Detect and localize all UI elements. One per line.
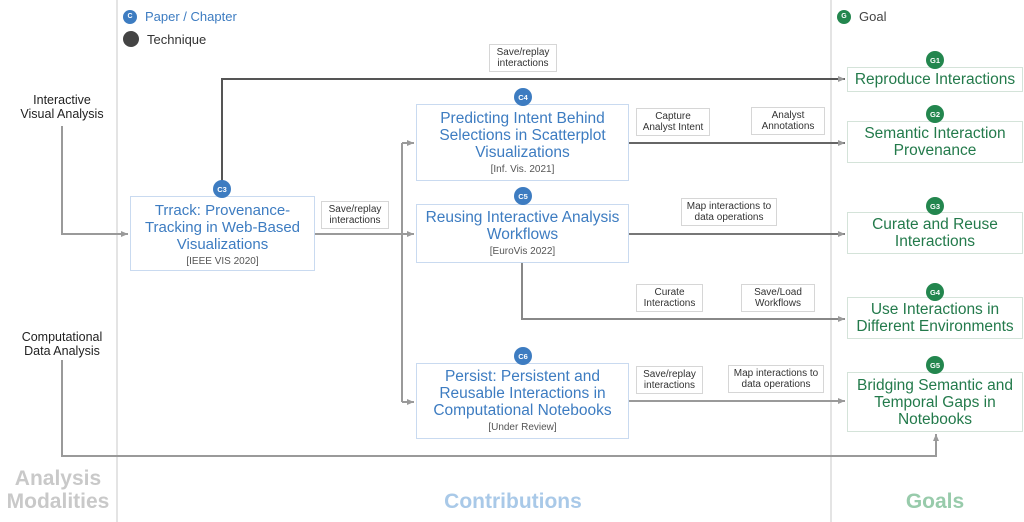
section-title-contributions: Contributions bbox=[444, 490, 582, 513]
technique-c3-g1-save-replay: Save/replay interactions bbox=[489, 44, 557, 72]
legend-paper: C Paper / Chapter bbox=[123, 9, 237, 24]
legend-technique-label: Technique bbox=[147, 31, 207, 47]
technique-c6-save-replay: Save/replay interactions bbox=[636, 366, 703, 394]
contribution-title: Persist: Persistent and Reusable Interac… bbox=[433, 368, 612, 419]
contribution-c5: Reusing Interactive Analysis Workflows [… bbox=[416, 204, 629, 263]
paper-badge-icon: C bbox=[123, 9, 137, 24]
technique-analyst-annotations: Analyst Annotations bbox=[751, 107, 825, 135]
contribution-venue: [EuroVis 2022] bbox=[489, 246, 556, 257]
goal-badge-icon: G bbox=[837, 9, 851, 24]
section-title-modalities: Analysis Modalities bbox=[6, 467, 110, 513]
contribution-title: Reusing Interactive Analysis Workflows bbox=[425, 209, 620, 243]
technique-save-load: Save/Load Workflows bbox=[741, 284, 815, 312]
badge-g1: G1 bbox=[926, 51, 944, 69]
contribution-title: Predicting Intent Behind Selections in S… bbox=[439, 110, 606, 161]
contribution-c4: Predicting Intent Behind Selections in S… bbox=[416, 104, 629, 181]
legend-goal-label: Goal bbox=[859, 9, 887, 24]
contribution-c6: Persist: Persistent and Reusable Interac… bbox=[416, 363, 629, 439]
goal-g5: Bridging Semantic and Temporal Gaps in N… bbox=[847, 372, 1023, 432]
technique-c6-map-ops: Map interactions to data operations bbox=[728, 365, 824, 393]
badge-g4: G4 bbox=[926, 283, 944, 301]
technique-dot-icon bbox=[123, 31, 139, 47]
badge-c4: C4 bbox=[514, 88, 532, 106]
modality-interactive: Interactive Visual Analysis bbox=[20, 93, 104, 121]
contribution-venue: [Under Review] bbox=[488, 422, 557, 433]
goal-g2: Semantic Interaction Provenance bbox=[847, 121, 1023, 163]
badge-c3: C3 bbox=[213, 180, 231, 198]
edge-interactive-to-c3 bbox=[61, 126, 128, 237]
legend-goal: G Goal bbox=[837, 9, 886, 24]
badge-g2: G2 bbox=[926, 105, 944, 123]
technique-c5-map-ops: Map interactions to data operations bbox=[681, 198, 777, 226]
contribution-venue: [Inf. Vis. 2021] bbox=[490, 164, 555, 175]
contribution-venue: [IEEE VIS 2020] bbox=[186, 256, 259, 267]
technique-c3-save-replay: Save/replay interactions bbox=[321, 201, 389, 229]
contribution-c3: Trrack: Provenance-Tracking in Web-Based… bbox=[130, 196, 315, 271]
goal-g1: Reproduce Interactions bbox=[847, 67, 1023, 92]
legend-paper-label: Paper / Chapter bbox=[145, 9, 237, 24]
badge-c5: C5 bbox=[514, 187, 532, 205]
goal-g3: Curate and Reuse Interactions bbox=[847, 212, 1023, 254]
contribution-title: Trrack: Provenance-Tracking in Web-Based… bbox=[144, 202, 301, 253]
modality-computational: Computational Data Analysis bbox=[21, 330, 103, 358]
badge-g3: G3 bbox=[926, 197, 944, 215]
goal-g4: Use Interactions in Different Environmen… bbox=[847, 297, 1023, 339]
badge-c6: C6 bbox=[514, 347, 532, 365]
technique-curate: Curate Interactions bbox=[636, 284, 703, 312]
technique-capture-intent: Capture Analyst Intent bbox=[636, 108, 710, 136]
legend-technique: Technique bbox=[123, 31, 206, 47]
section-title-goals: Goals bbox=[905, 490, 965, 513]
badge-g5: G5 bbox=[926, 356, 944, 374]
